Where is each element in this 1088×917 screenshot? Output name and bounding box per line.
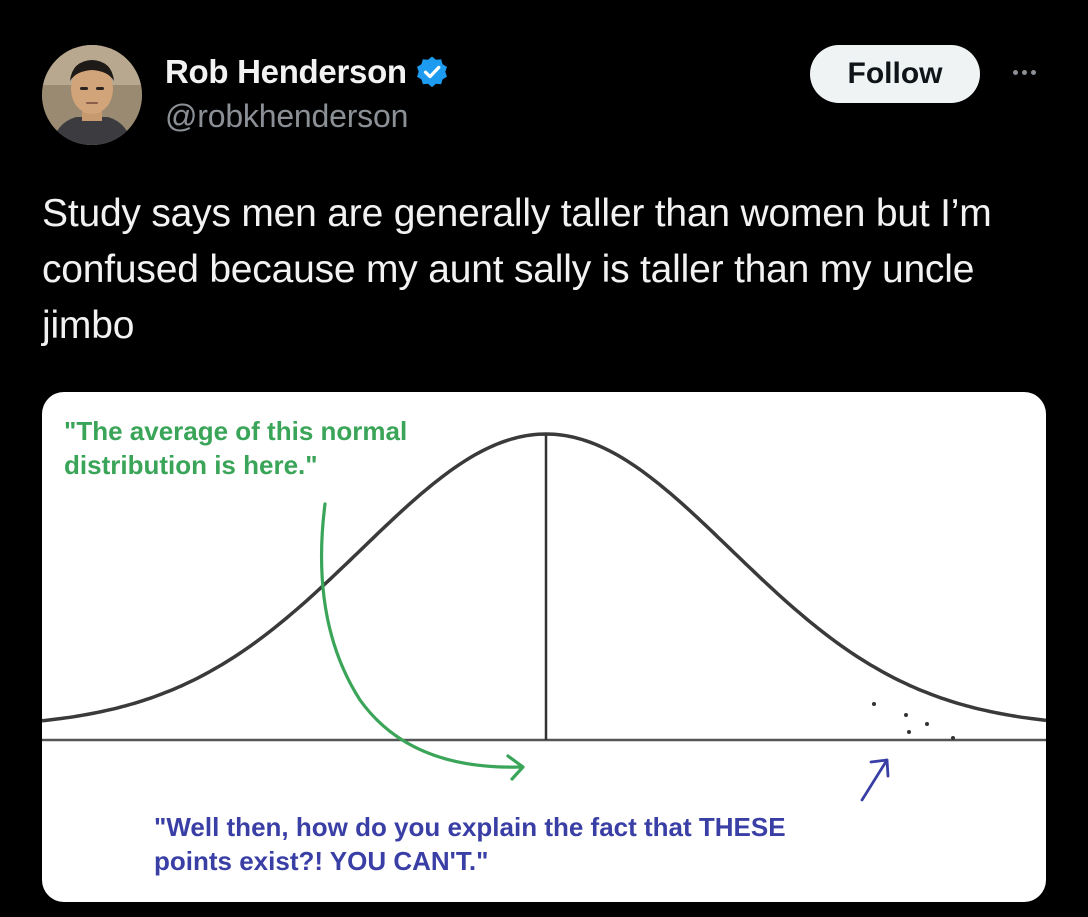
follow-button[interactable]: Follow	[810, 45, 980, 103]
display-name[interactable]: Rob Henderson	[165, 53, 407, 91]
outlier-point	[907, 730, 911, 734]
author-handle[interactable]: @robkhenderson	[165, 98, 449, 135]
outlier-point	[951, 736, 955, 740]
outlier-point	[925, 722, 929, 726]
outlier-point	[872, 702, 876, 706]
name-row: Rob Henderson	[165, 50, 449, 94]
avatar[interactable]	[42, 45, 142, 145]
outlier-point	[904, 713, 908, 717]
tweet: Rob Henderson @robkhenderson Follow Stud…	[0, 0, 1088, 917]
more-dot	[1021, 69, 1027, 75]
blue-annotation: "Well then, how do you explain the fact …	[154, 812, 786, 876]
green-arrow	[320, 502, 522, 769]
tweet-image[interactable]: "The average of this normal distribution…	[42, 392, 1046, 902]
blue-arrow	[860, 758, 889, 802]
verified-badge-icon	[415, 55, 449, 89]
more-options-icon[interactable]	[1000, 60, 1048, 84]
tweet-text: Study says men are generally taller than…	[42, 192, 992, 347]
green-annotation: "The average of this normal distribution…	[64, 416, 408, 480]
author-info: Rob Henderson @robkhenderson	[165, 50, 449, 135]
more-dot	[1012, 69, 1018, 75]
more-dot	[1030, 69, 1036, 75]
avatar-image	[42, 45, 142, 145]
